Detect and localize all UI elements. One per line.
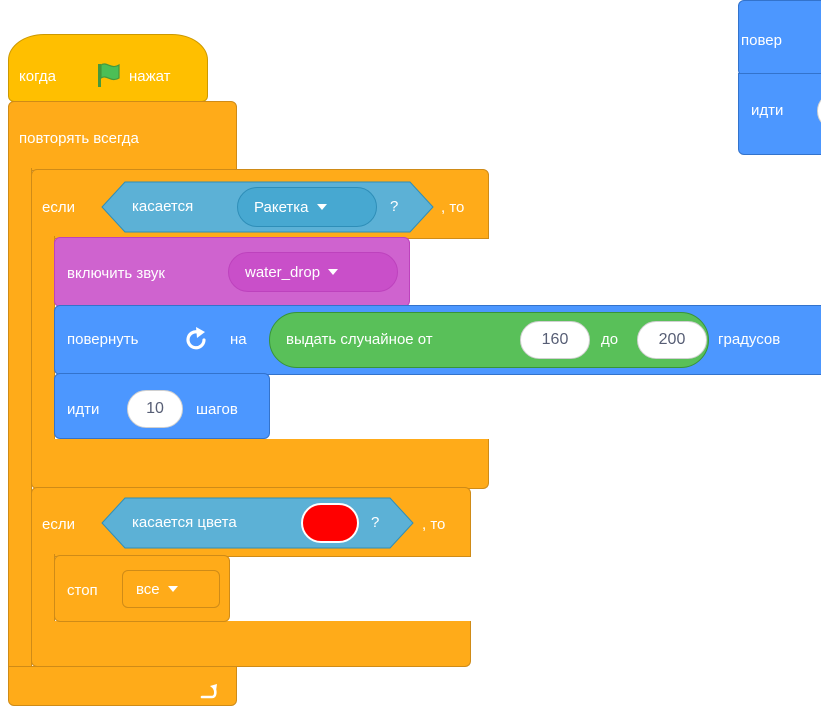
side-turn-block[interactable]: повер: [738, 0, 821, 76]
if1-label-if: если: [42, 199, 75, 216]
if2-arm: [31, 554, 55, 630]
stop-block[interactable]: стоп все: [54, 555, 230, 622]
side-move-input[interactable]: [817, 92, 821, 130]
green-flag-icon: [98, 63, 120, 87]
turn-degrees-label: градусов: [718, 331, 781, 348]
touching-color-question: ?: [371, 514, 380, 531]
turn-right-block[interactable]: повернуть на выдать случайное от 160 до …: [54, 305, 821, 375]
turn-label: повернуть: [67, 331, 139, 348]
side-move-block[interactable]: идти: [738, 73, 821, 155]
sprite-dropdown[interactable]: Ракетка: [237, 187, 377, 227]
move-steps-value: 10: [146, 400, 164, 417]
random-from-value: 160: [541, 331, 569, 348]
sound-dropdown-value: water_drop: [245, 263, 321, 281]
if1-bottom: [31, 439, 489, 489]
if1-arm: [31, 236, 55, 446]
chevron-down-icon: [167, 586, 178, 592]
loop-arrow-icon: [200, 684, 217, 699]
turn-on-label: на: [230, 331, 247, 348]
sprite-dropdown-value: Ракетка: [254, 198, 309, 216]
touching-question: ?: [390, 198, 399, 215]
random-to-label: до: [601, 331, 619, 348]
random-to-input[interactable]: 200: [637, 321, 707, 359]
hat-label-clicked: нажат: [129, 68, 171, 85]
hat-label-when: когда: [19, 68, 56, 85]
forever-arm: [8, 168, 32, 688]
sound-label: включить звук: [67, 265, 165, 282]
side-move-label: идти: [751, 102, 784, 119]
if2-label-then: , то: [422, 516, 446, 533]
chevron-down-icon: [316, 204, 327, 210]
stop-label: стоп: [67, 582, 98, 599]
random-to-value: 200: [658, 331, 686, 348]
when-flag-clicked-block[interactable]: когда нажат: [8, 34, 208, 102]
random-from-input[interactable]: 160: [520, 321, 590, 359]
move-steps-input[interactable]: 10: [127, 390, 183, 428]
touching-label: касается: [132, 198, 194, 215]
if2-label-if: если: [42, 516, 75, 533]
chevron-down-icon: [328, 269, 339, 275]
stop-dropdown-value: все: [136, 580, 160, 598]
move-steps-label: шагов: [196, 401, 238, 418]
side-turn-label: повер: [741, 32, 782, 49]
color-swatch[interactable]: [301, 503, 359, 543]
sound-dropdown[interactable]: water_drop: [228, 252, 398, 292]
move-label: идти: [67, 401, 100, 418]
pick-random-block[interactable]: выдать случайное от 160 до 200: [269, 312, 709, 368]
forever-bottom[interactable]: [8, 666, 237, 706]
move-steps-block[interactable]: идти 10 шагов: [54, 373, 270, 439]
touching-color-block[interactable]: касается цвета ?: [101, 497, 414, 549]
touching-sensing-block[interactable]: касается Ракетка ?: [101, 181, 434, 233]
forever-label: повторять всегда: [19, 130, 139, 147]
stop-dropdown[interactable]: все: [122, 570, 220, 608]
rotate-right-icon: [186, 327, 206, 350]
pick-random-label: выдать случайное от: [286, 331, 433, 348]
if2-bottom: [31, 621, 471, 667]
forever-block[interactable]: повторять всегда: [8, 101, 237, 171]
play-sound-block[interactable]: включить звук water_drop: [54, 237, 410, 307]
if1-label-then: , то: [441, 199, 465, 216]
touching-color-label: касается цвета: [132, 514, 237, 531]
